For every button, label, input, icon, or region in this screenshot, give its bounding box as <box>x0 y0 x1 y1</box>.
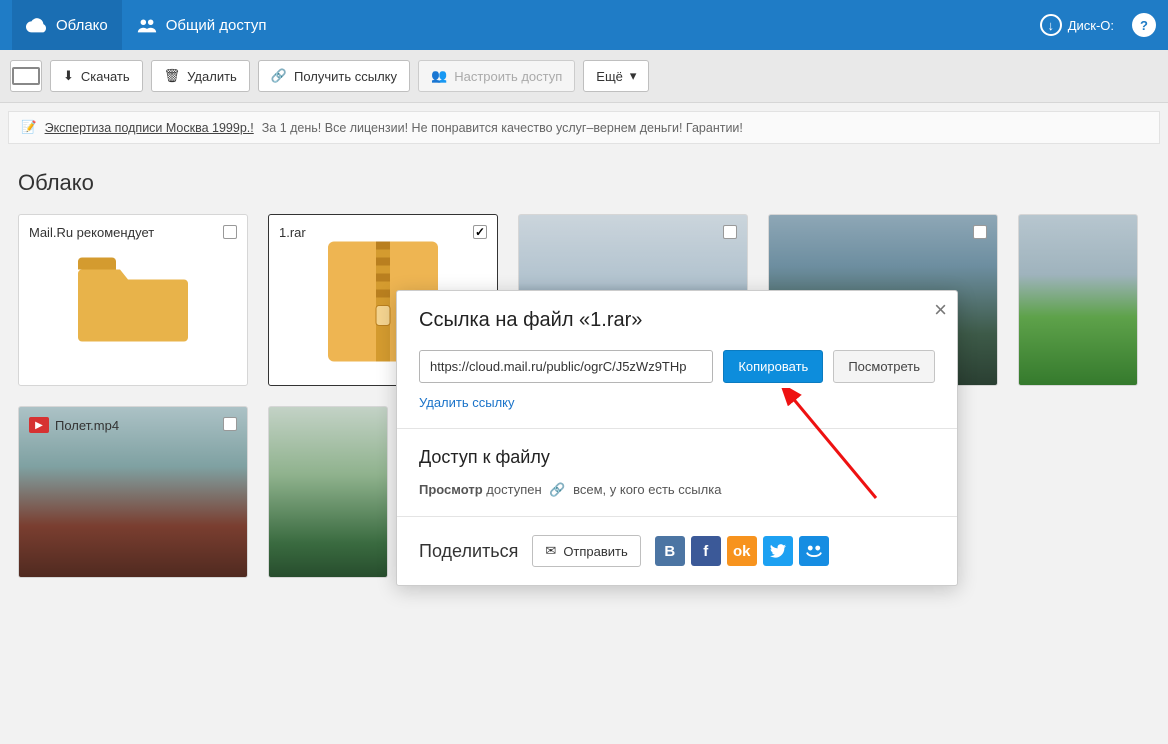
delete-button[interactable]: 🗑 Удалить <box>151 60 250 92</box>
delete-label: Удалить <box>187 69 237 84</box>
download-icon: ⬇ <box>63 68 74 84</box>
delete-link[interactable]: Удалить ссылку <box>419 395 515 410</box>
access-view: Просмотр <box>419 482 483 497</box>
card-checkbox[interactable] <box>973 225 987 239</box>
card-label: ▶ Полет.mp4 <box>29 417 119 433</box>
view-button[interactable]: Посмотреть <box>833 350 935 383</box>
card-label: Mail.Ru рекомендует <box>29 225 154 240</box>
download-label: Скачать <box>81 69 130 84</box>
access-available: доступен <box>486 482 541 497</box>
disko-label: Диск-О: <box>1068 18 1114 33</box>
help-button[interactable]: ? <box>1132 13 1156 37</box>
nav-shared-label: Общий доступ <box>166 17 267 34</box>
chevron-down-icon: ▾ <box>630 68 637 84</box>
ad-mark-icon: 📝 <box>21 120 37 135</box>
get-link-button[interactable]: 🔗 Получить ссылку <box>258 60 410 92</box>
access-for: всем, у кого есть ссылка <box>573 482 721 497</box>
toolbar: ⬇ Скачать 🗑 Удалить 🔗 Получить ссылку 👥 … <box>0 50 1168 103</box>
cloud-icon <box>26 17 48 33</box>
share-link-modal: × Ссылка на файл «1.rar» Копировать Посм… <box>396 290 958 586</box>
more-button[interactable]: Ещё ▾ <box>583 60 649 92</box>
nav-shared-tab[interactable]: Общий доступ <box>122 0 281 50</box>
close-button[interactable]: × <box>934 299 947 321</box>
link-input[interactable] <box>419 350 713 383</box>
disko-button[interactable]: ↓ Диск-О: <box>1040 14 1114 36</box>
ad-link[interactable]: Экспертиза подписи Москва 1999р.! <box>45 121 254 135</box>
link-icon: 🔗 <box>271 68 287 84</box>
share-tw-button[interactable] <box>763 536 793 566</box>
file-card-image[interactable] <box>268 406 388 578</box>
link-small-icon: 🔗 <box>549 482 565 498</box>
file-card-image[interactable] <box>1018 214 1138 386</box>
folder-icon <box>78 258 188 349</box>
select-all-checkbox[interactable] <box>10 60 42 92</box>
share-moimir-button[interactable] <box>799 536 829 566</box>
share-ok-button[interactable]: ok <box>727 536 757 566</box>
copy-button[interactable]: Копировать <box>723 350 823 383</box>
page-title: Облако <box>0 152 1168 214</box>
card-label: 1.rar <box>279 225 306 240</box>
trash-icon: 🗑 <box>164 68 181 84</box>
social-buttons: B f ok <box>655 536 829 566</box>
card-checkbox[interactable] <box>223 225 237 239</box>
download-circle-icon: ↓ <box>1040 14 1062 36</box>
top-bar: Облако Общий доступ ↓ Диск-О: ? <box>0 0 1168 50</box>
share-vk-button[interactable]: B <box>655 536 685 566</box>
people-icon <box>136 17 158 33</box>
file-card-video[interactable]: ▶ Полет.mp4 <box>18 406 248 578</box>
people-small-icon: 👥 <box>431 68 447 84</box>
send-label: Отправить <box>563 544 627 559</box>
file-card-folder[interactable]: Mail.Ru рекомендует <box>18 214 248 386</box>
access-title: Доступ к файлу <box>419 447 935 468</box>
card-checkbox[interactable] <box>223 417 237 431</box>
share-fb-button[interactable]: f <box>691 536 721 566</box>
modal-title: Ссылка на файл «1.rar» <box>419 309 935 332</box>
card-checkbox[interactable] <box>723 225 737 239</box>
configure-access-label: Настроить доступ <box>454 69 562 84</box>
video-name: Полет.mp4 <box>55 418 119 433</box>
video-icon: ▶ <box>29 417 49 433</box>
get-link-label: Получить ссылку <box>294 69 397 84</box>
card-checkbox[interactable] <box>473 225 487 239</box>
more-label: Ещё <box>596 69 623 84</box>
nav-cloud-tab[interactable]: Облако <box>12 0 122 50</box>
mail-icon: ✉ <box>545 543 556 559</box>
nav-cloud-label: Облако <box>56 17 108 34</box>
share-title: Поделиться <box>419 541 518 562</box>
send-email-button[interactable]: ✉ Отправить <box>532 535 640 567</box>
access-row: Просмотр доступен 🔗 всем, у кого есть сс… <box>419 482 935 498</box>
configure-access-button[interactable]: 👥 Настроить доступ <box>418 60 575 92</box>
ad-text: За 1 день! Все лицензии! Не понравится к… <box>262 121 743 135</box>
download-button[interactable]: ⬇ Скачать <box>50 60 143 92</box>
ad-banner: 📝 Экспертиза подписи Москва 1999р.! За 1… <box>8 111 1160 144</box>
